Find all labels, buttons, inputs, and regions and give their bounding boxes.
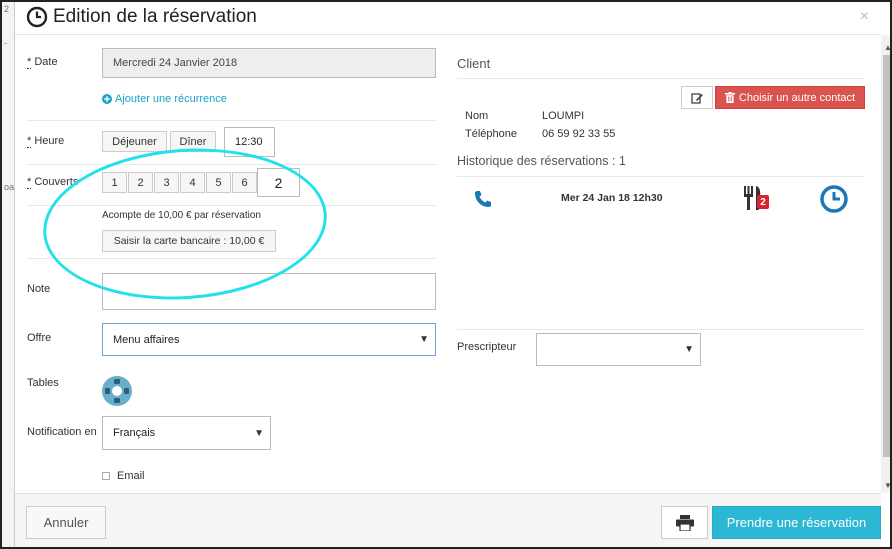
print-button[interactable] (661, 506, 708, 539)
couverts-option-1[interactable]: 1 (102, 172, 127, 193)
history-heading: Historique des réservations : 1 (457, 154, 626, 168)
bg-fragment: 2 (4, 4, 10, 14)
client-heading: Client (457, 56, 491, 71)
bg-fragment: - (4, 38, 7, 48)
offre-select[interactable]: Menu affaires ▼ (102, 323, 436, 356)
add-recurrence-label: Ajouter une récurrence (115, 93, 227, 105)
couverts-option-3[interactable]: 3 (154, 172, 179, 193)
nom-value: LOUMPI (542, 110, 585, 122)
date-label: * Date (27, 56, 58, 69)
trash-icon (724, 92, 735, 103)
note-field[interactable] (102, 273, 436, 310)
modal-header: Edition de la réservation × (15, 2, 881, 35)
divider (27, 120, 436, 121)
language-select[interactable]: Français ▼ (102, 416, 271, 450)
couverts-option-6[interactable]: 6 (232, 172, 257, 193)
language-selected-value: Français (113, 427, 156, 439)
couverts-label: * Couverts (27, 176, 79, 189)
clock-icon (820, 185, 848, 213)
nom-label: Nom (465, 110, 489, 122)
covers-badge: 2 (757, 195, 769, 209)
chevron-down-icon: ▼ (254, 427, 264, 439)
email-label: Email (117, 470, 145, 482)
close-icon[interactable]: × (860, 8, 869, 26)
prescripteur-label: Prescripteur (457, 341, 517, 353)
window-frame: 2 - oa Edition de la réservation × * Dat… (0, 0, 892, 549)
printer-icon (675, 514, 694, 531)
offre-selected-value: Menu affaires (113, 333, 180, 346)
couverts-field[interactable]: 2 (257, 168, 300, 197)
diner-button[interactable]: Dîner (170, 131, 216, 152)
add-recurrence-link[interactable]: Ajouter une récurrence (102, 93, 227, 105)
scrollbar-thumb[interactable] (883, 55, 890, 457)
acompte-text: Acompte de 10,00 € par réservation (102, 210, 261, 221)
couverts-option-2[interactable]: 2 (128, 172, 153, 193)
cancel-button[interactable]: Annuler (26, 506, 106, 539)
chevron-down-icon: ▼ (684, 344, 694, 355)
divider (457, 329, 865, 330)
history-date: Mer 24 Jan 18 12h30 (561, 192, 663, 204)
divider (27, 205, 436, 206)
telephone-value: 06 59 92 33 55 (542, 128, 616, 140)
plus-circle-icon (102, 94, 112, 104)
couverts-option-4[interactable]: 4 (180, 172, 205, 193)
couverts-option-5[interactable]: 5 (206, 172, 231, 193)
edit-contact-button[interactable] (681, 86, 713, 109)
prescripteur-select[interactable]: ▼ (536, 333, 701, 366)
divider (27, 258, 436, 259)
card-entry-button[interactable]: Saisir la carte bancaire : 10,00 € (102, 230, 276, 252)
scroll-down-icon[interactable]: ▼ (884, 481, 890, 490)
heure-label: * Heure (27, 135, 65, 148)
reservation-modal: Edition de la réservation × * Date Mercr… (15, 2, 890, 547)
table-chairs-icon[interactable] (101, 375, 133, 407)
telephone-label: Téléphone (465, 128, 517, 140)
choose-contact-button[interactable]: Choisir un autre contact (715, 86, 865, 109)
notification-label: Notification en (27, 426, 97, 438)
scroll-up-icon[interactable]: ▲ (884, 43, 890, 52)
edit-icon (690, 92, 703, 104)
divider (457, 78, 865, 79)
dejeuner-button[interactable]: Déjeuner (102, 131, 167, 152)
choose-contact-label: Choisir un autre contact (738, 91, 856, 104)
vertical-scrollbar[interactable]: ▲ ▼ (881, 35, 890, 493)
submit-reservation-button[interactable]: Prendre une réservation (712, 506, 881, 539)
note-label: Note (27, 283, 51, 295)
phone-icon (475, 191, 491, 207)
email-checkbox[interactable] (102, 472, 110, 480)
history-row[interactable]: Mer 24 Jan 18 12h30 2 (457, 177, 865, 219)
chevron-down-icon: ▼ (419, 334, 429, 345)
background-page-strip: 2 - oa (2, 2, 15, 547)
modal-title: Edition de la réservation (53, 6, 257, 27)
date-field[interactable]: Mercredi 24 Janvier 2018 (102, 48, 436, 78)
tables-label: Tables (27, 377, 59, 389)
time-field[interactable]: 12:30 (224, 127, 275, 157)
clock-icon (26, 6, 48, 28)
bg-fragment: oa (4, 182, 15, 192)
divider (27, 164, 436, 165)
offre-label: Offre (27, 332, 52, 344)
modal-footer: Annuler Prendre une réservation (15, 493, 881, 547)
